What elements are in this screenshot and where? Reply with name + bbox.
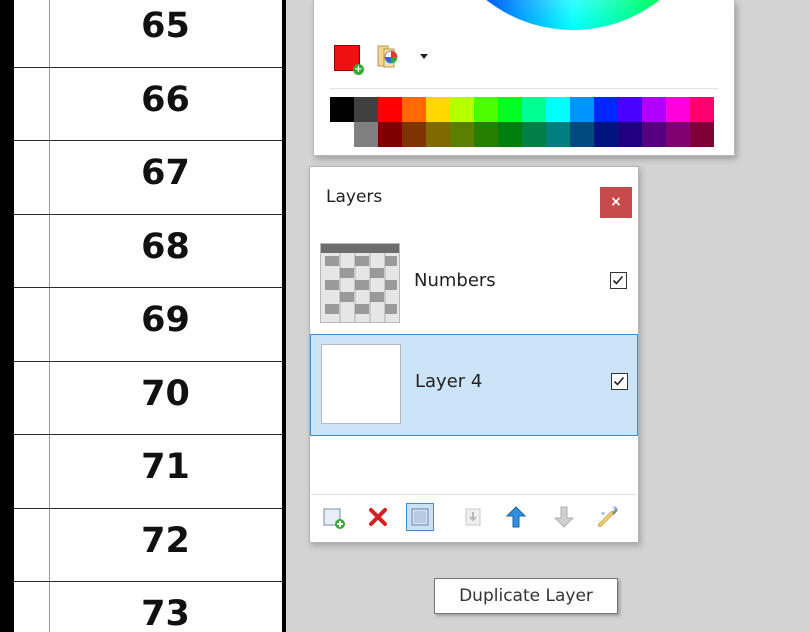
palette-color[interactable] bbox=[498, 97, 522, 122]
palette-color[interactable] bbox=[354, 122, 378, 147]
palette-color[interactable] bbox=[498, 122, 522, 147]
row-number: 67 bbox=[141, 153, 190, 193]
duplicate-layer-icon bbox=[411, 508, 429, 526]
palette-color[interactable] bbox=[426, 122, 450, 147]
table-row: 70 bbox=[14, 360, 282, 435]
row-number: 73 bbox=[141, 594, 190, 632]
table-row: 72 bbox=[14, 507, 282, 582]
tooltip: Duplicate Layer bbox=[434, 578, 618, 614]
palette-color[interactable] bbox=[474, 97, 498, 122]
row-number: 71 bbox=[141, 447, 190, 487]
palette-color[interactable] bbox=[690, 122, 714, 147]
palette-color[interactable] bbox=[450, 122, 474, 147]
palette-icon[interactable] bbox=[376, 44, 400, 70]
row-number: 69 bbox=[141, 300, 190, 340]
row-number: 66 bbox=[141, 79, 190, 120]
layer-thumbnail bbox=[320, 243, 400, 323]
palette-color[interactable] bbox=[618, 122, 642, 147]
row-number: 72 bbox=[141, 520, 190, 561]
palette-color[interactable] bbox=[546, 97, 570, 122]
move-layer-down-icon bbox=[553, 506, 575, 528]
add-layer-button[interactable] bbox=[320, 503, 348, 531]
duplicate-layer-button[interactable] bbox=[406, 503, 434, 531]
close-button[interactable]: × bbox=[600, 187, 632, 218]
color-palette[interactable] bbox=[330, 97, 716, 147]
palette-color[interactable] bbox=[426, 97, 450, 122]
table-row: 65 bbox=[14, 0, 282, 67]
palette-color[interactable] bbox=[378, 97, 402, 122]
layer-item-layer-4[interactable]: Layer 4 bbox=[310, 334, 638, 436]
palette-color[interactable] bbox=[666, 97, 690, 122]
layer-properties-icon bbox=[598, 506, 618, 527]
delete-layer-icon bbox=[369, 508, 387, 526]
layers-window: Layers × Numbers Layer 4 bbox=[309, 166, 639, 543]
move-layer-down-button[interactable] bbox=[550, 503, 578, 531]
layer-visibility-checkbox[interactable] bbox=[611, 373, 628, 390]
palette-color[interactable] bbox=[330, 97, 354, 122]
palette-dropdown-icon[interactable] bbox=[420, 54, 428, 59]
table-row: 66 bbox=[14, 66, 282, 141]
divider bbox=[330, 88, 718, 89]
layer-name: Layer 4 bbox=[415, 371, 483, 392]
layer-item-numbers[interactable]: Numbers bbox=[310, 234, 638, 332]
palette-color[interactable] bbox=[522, 122, 546, 147]
row-number: 65 bbox=[141, 6, 190, 46]
delete-layer-button[interactable] bbox=[364, 503, 392, 531]
table-row: 68 bbox=[14, 213, 282, 288]
move-layer-up-button[interactable] bbox=[502, 503, 530, 531]
row-number: 70 bbox=[141, 373, 190, 414]
table-row: 71 bbox=[14, 434, 282, 508]
move-layer-up-icon bbox=[505, 506, 527, 528]
palette-color[interactable] bbox=[402, 122, 426, 147]
table-row: 73 bbox=[14, 581, 282, 632]
palette-color[interactable] bbox=[450, 97, 474, 122]
add-color-icon: + bbox=[353, 64, 364, 75]
palette-color[interactable] bbox=[402, 97, 426, 122]
palette-color[interactable] bbox=[642, 97, 666, 122]
palette-color[interactable] bbox=[570, 122, 594, 147]
layer-properties-button[interactable] bbox=[594, 503, 622, 531]
add-layer-icon bbox=[323, 508, 345, 529]
palette-color[interactable] bbox=[354, 97, 378, 122]
palette-color[interactable] bbox=[330, 122, 354, 147]
color-wheel[interactable] bbox=[433, 0, 713, 30]
palette-color[interactable] bbox=[474, 122, 498, 147]
merge-layer-down-button[interactable] bbox=[460, 503, 488, 531]
palette-color[interactable] bbox=[522, 97, 546, 122]
layer-visibility-checkbox[interactable] bbox=[610, 272, 627, 289]
layers-window-title: Layers bbox=[326, 187, 383, 207]
layer-name: Numbers bbox=[414, 270, 496, 291]
image-canvas[interactable]: 65 66 67 68 69 70 71 72 73 bbox=[14, 0, 282, 632]
palette-color[interactable] bbox=[618, 97, 642, 122]
table-row: 67 bbox=[14, 140, 282, 214]
row-number: 68 bbox=[141, 226, 190, 267]
merge-layer-down-icon bbox=[465, 508, 481, 526]
palette-color[interactable] bbox=[378, 122, 402, 147]
palette-row-bottom bbox=[330, 122, 716, 147]
palette-color[interactable] bbox=[642, 122, 666, 147]
divider bbox=[311, 494, 637, 495]
table-row: 69 bbox=[14, 287, 282, 361]
palette-color[interactable] bbox=[570, 97, 594, 122]
primary-color-swatch[interactable]: + bbox=[334, 45, 364, 75]
palette-color[interactable] bbox=[666, 122, 690, 147]
palette-color[interactable] bbox=[594, 122, 618, 147]
colors-window: + bbox=[313, 0, 735, 156]
palette-row-top bbox=[330, 97, 716, 122]
layer-thumbnail bbox=[321, 344, 401, 424]
palette-color[interactable] bbox=[690, 97, 714, 122]
palette-color[interactable] bbox=[594, 97, 618, 122]
palette-color[interactable] bbox=[546, 122, 570, 147]
